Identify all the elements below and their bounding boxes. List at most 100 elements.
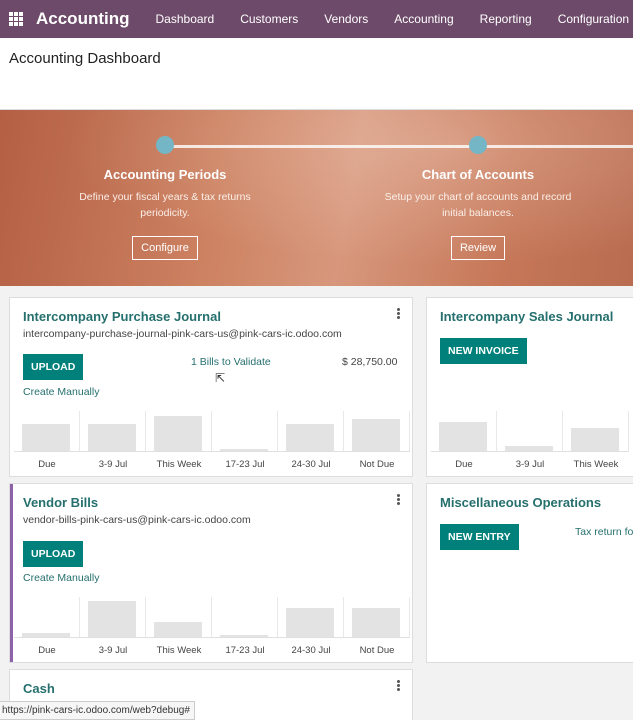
review-button[interactable]: Review — [450, 236, 506, 260]
graph-label: Not Due — [359, 645, 395, 656]
graph-label: This Week — [573, 459, 619, 470]
main-menu: Dashboard Customers Vendors Accounting R… — [156, 12, 633, 26]
graph-bar — [571, 428, 619, 451]
graph-label: This Week — [156, 645, 202, 656]
journal-card-vendor-bills: Vendor Bills vendor-bills-pink-cars-us@p… — [9, 483, 413, 663]
graph-bar — [154, 622, 202, 637]
onboarding-banner: Accounting Periods Define your fiscal ye… — [0, 110, 633, 286]
graph-bar — [22, 633, 70, 637]
browser-status-bar: https://pink-cars-ic.odoo.com/web?debug# — [0, 701, 195, 720]
graph-bar — [22, 424, 70, 451]
graph-bar — [439, 422, 487, 451]
graph-bar — [88, 424, 136, 451]
graph-separator — [628, 411, 629, 451]
graph-label: 24-30 Jul — [291, 459, 331, 470]
kebab-menu-icon[interactable] — [397, 308, 401, 320]
journal-card-misc-operations: Miscellaneous Operations NEW ENTRY Tax r… — [426, 483, 633, 663]
new-entry-button[interactable]: NEW ENTRY — [440, 524, 519, 550]
step-dot-icon — [469, 136, 487, 154]
create-manually-link[interactable]: Create Manually — [23, 572, 99, 584]
graph-label: Due — [38, 645, 56, 656]
graph-column[interactable]: Not Due — [344, 597, 410, 661]
journal-title[interactable]: Intercompany Sales Journal — [440, 309, 613, 324]
configure-button[interactable]: Configure — [132, 236, 198, 260]
journal-email: intercompany-purchase-journal-pink-cars-… — [23, 328, 342, 340]
graph-label: 17-23 Jul — [225, 459, 265, 470]
journal-graph[interactable]: Due 3-9 Jul This Week 17-23 Jul 24-30 Jul Not… — [14, 597, 410, 661]
graph-separator — [409, 411, 410, 451]
graph-bar — [286, 424, 334, 451]
onboarding-step-chart-of-accounts: Chart of Accounts Setup your chart of ac… — [368, 136, 588, 260]
graph-column[interactable]: This Week — [563, 411, 629, 475]
graph-label: 3-9 Jul — [515, 459, 545, 470]
grid-apps-icon[interactable] — [9, 12, 23, 26]
kebab-menu-icon[interactable] — [397, 680, 401, 692]
step-description: Setup your chart of accounts and record … — [384, 191, 572, 219]
bills-amount: $ 28,750.00 — [342, 356, 398, 368]
graph-bar — [352, 419, 400, 451]
bills-to-validate-link[interactable]: 1 Bills to Validate — [191, 356, 271, 368]
new-invoice-button[interactable]: NEW INVOICE — [440, 338, 527, 364]
create-manually-link[interactable]: Create Manually — [23, 386, 99, 398]
graph-column[interactable]: Due — [14, 597, 80, 661]
graph-column[interactable]: This Week — [146, 411, 212, 475]
graph-label: Due — [38, 459, 56, 470]
step-title: Accounting Periods — [103, 167, 227, 182]
graph-label: This Week — [156, 459, 202, 470]
journal-title[interactable]: Intercompany Purchase Journal — [23, 309, 221, 324]
step-dot-icon — [156, 136, 174, 154]
journal-graph[interactable]: Due 3-9 Jul This Week 17-23 Jul 24-30 Jul Not… — [14, 411, 410, 475]
graph-label: 24-30 Jul — [291, 645, 331, 656]
journal-color-accent — [10, 484, 13, 662]
journal-email: vendor-bills-pink-cars-us@pink-cars-ic.o… — [23, 514, 251, 526]
graph-label: 17-23 Jul — [225, 645, 265, 656]
graph-column[interactable]: 3-9 Jul — [497, 411, 563, 475]
graph-column[interactable]: 17-23 Jul — [212, 597, 278, 661]
graph-column[interactable]: Not Due — [344, 411, 410, 475]
graph-separator — [409, 597, 410, 637]
journal-card-intercompany-sales: Intercompany Sales Journal NEW INVOICE D… — [426, 297, 633, 477]
upload-button[interactable]: UPLOAD — [23, 354, 84, 380]
graph-bar — [88, 601, 136, 637]
graph-column[interactable]: This Week — [146, 597, 212, 661]
graph-column[interactable]: 24-30 Jul — [278, 597, 344, 661]
journal-graph[interactable]: Due 3-9 Jul This Week — [431, 411, 633, 475]
graph-bar — [154, 416, 202, 451]
kebab-menu-icon[interactable] — [397, 494, 401, 506]
tax-return-link[interactable]: Tax return fo — [575, 526, 633, 538]
onboarding-step-periods: Accounting Periods Define your fiscal ye… — [55, 136, 275, 260]
graph-label: Not Due — [359, 459, 395, 470]
journal-title[interactable]: Miscellaneous Operations — [440, 495, 601, 510]
page-title: Accounting Dashboard — [9, 50, 161, 67]
graph-column[interactable]: Due — [431, 411, 497, 475]
journal-title[interactable]: Cash — [23, 681, 55, 696]
graph-bar — [352, 608, 400, 637]
control-panel: Accounting Dashboard — [0, 38, 633, 110]
mouse-cursor-icon: ⇱ — [215, 371, 226, 385]
graph-column[interactable]: 17-23 Jul — [212, 411, 278, 475]
graph-bar — [286, 608, 334, 637]
graph-label: 3-9 Jul — [98, 645, 128, 656]
graph-label: 3-9 Jul — [98, 459, 128, 470]
journal-title[interactable]: Vendor Bills — [23, 495, 98, 510]
menu-configuration[interactable]: Configuration — [558, 12, 629, 26]
graph-column[interactable]: Due — [14, 411, 80, 475]
graph-bar — [505, 446, 553, 451]
graph-bar — [220, 635, 268, 637]
menu-vendors[interactable]: Vendors — [324, 12, 368, 26]
menu-dashboard[interactable]: Dashboard — [156, 12, 215, 26]
menu-customers[interactable]: Customers — [240, 12, 298, 26]
menu-accounting[interactable]: Accounting — [394, 12, 453, 26]
top-navbar: Accounting Dashboard Customers Vendors A… — [0, 0, 633, 38]
upload-button[interactable]: UPLOAD — [23, 541, 84, 567]
graph-label: Due — [455, 459, 473, 470]
graph-column[interactable]: 3-9 Jul — [80, 411, 146, 475]
step-title: Chart of Accounts — [421, 167, 535, 182]
step-description: Define your fiscal years & tax returns p… — [79, 191, 251, 219]
graph-column[interactable]: 3-9 Jul — [80, 597, 146, 661]
journal-card-intercompany-purchase: Intercompany Purchase Journal intercompa… — [9, 297, 413, 477]
graph-bar — [220, 449, 268, 451]
app-brand[interactable]: Accounting — [36, 9, 130, 29]
graph-column[interactable]: 24-30 Jul — [278, 411, 344, 475]
menu-reporting[interactable]: Reporting — [480, 12, 532, 26]
